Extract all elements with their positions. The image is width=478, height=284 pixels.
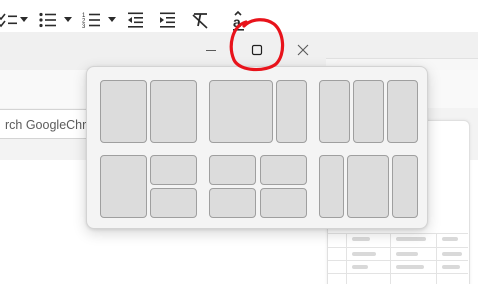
checklist-dropdown-chevron-icon[interactable]	[20, 17, 28, 22]
decrease-indent-icon[interactable]	[126, 10, 146, 30]
snap-zone-bottom-left[interactable]	[209, 188, 256, 218]
bulleted-list-icon[interactable]	[38, 10, 58, 30]
minimize-button[interactable]	[188, 32, 234, 68]
snap-zone-top-left[interactable]	[209, 155, 256, 185]
snap-zone-column-1[interactable]	[319, 80, 350, 143]
maximize-icon	[251, 44, 263, 56]
snap-zone-bottom-right[interactable]	[260, 188, 307, 218]
snap-zone-bottom-right[interactable]	[150, 188, 197, 218]
snap-layouts-flyout	[86, 66, 428, 229]
bulleted-list-dropdown-chevron-icon[interactable]	[64, 17, 72, 22]
snap-zone-left[interactable]	[319, 155, 344, 218]
snap-zone-center[interactable]	[347, 155, 389, 218]
increase-indent-icon[interactable]	[158, 10, 178, 30]
checklist-icon[interactable]	[0, 10, 18, 30]
minimize-icon	[206, 50, 216, 51]
svg-text:3: 3	[82, 24, 86, 30]
snap-zone-narrow-right[interactable]	[276, 80, 307, 143]
clear-formatting-icon[interactable]	[190, 10, 210, 30]
snap-zone-right[interactable]	[150, 80, 197, 143]
snap-zone-left[interactable]	[100, 80, 147, 143]
close-icon	[297, 44, 309, 56]
snap-zone-top-right[interactable]	[150, 155, 197, 185]
numbered-list-icon[interactable]: 1 2 3	[82, 10, 102, 30]
close-button[interactable]	[280, 32, 326, 68]
snap-zone-left[interactable]	[100, 155, 147, 218]
snap-zone-wide-left[interactable]	[209, 80, 273, 143]
input-tools-icon[interactable]: a	[232, 10, 256, 31]
snap-zone-column-3[interactable]	[387, 80, 418, 143]
snap-zone-top-right[interactable]	[260, 155, 307, 185]
maximize-button[interactable]	[234, 32, 280, 68]
numbered-list-dropdown-chevron-icon[interactable]	[108, 17, 116, 22]
svg-text:a: a	[233, 14, 241, 30]
snap-zone-right[interactable]	[392, 155, 418, 218]
screen: 1 2 3 a rch GoogleChrom	[0, 0, 478, 284]
snap-zone-column-2[interactable]	[353, 80, 384, 143]
